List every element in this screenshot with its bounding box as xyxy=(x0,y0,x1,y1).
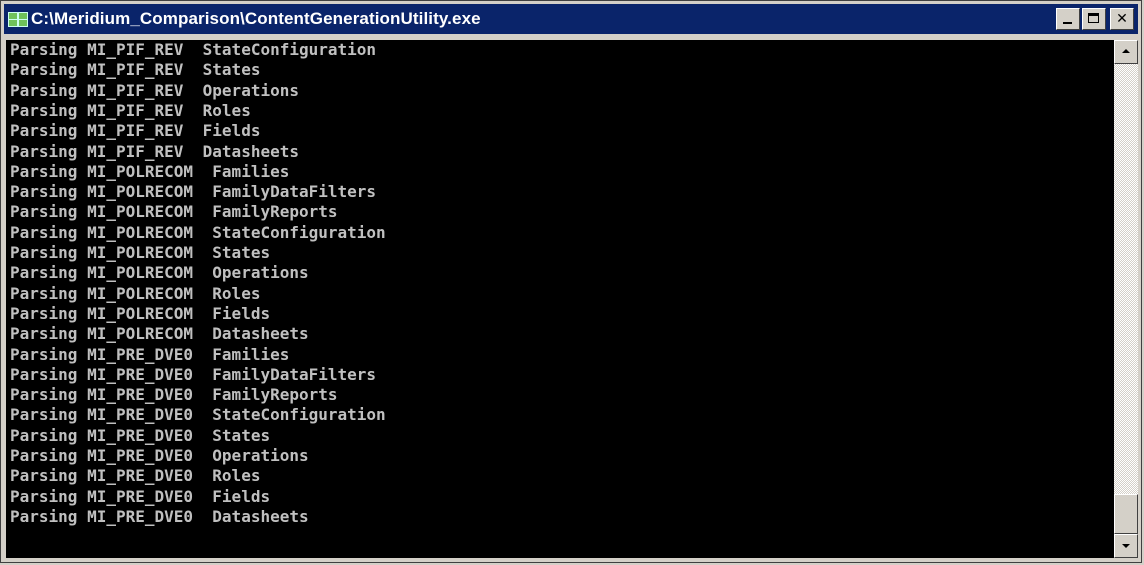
window-title: C:\Meridium_Comparison\ContentGeneration… xyxy=(31,9,481,28)
console-line: Parsing MI_PRE_DVE0 Fields xyxy=(10,486,271,506)
console-line: Parsing MI_PRE_DVE0 States xyxy=(10,425,271,445)
console-window: C:\Meridium_Comparison\ContentGeneration… xyxy=(0,0,1142,563)
scrollbar-thumb[interactable] xyxy=(1114,494,1138,534)
scroll-down-button[interactable] xyxy=(1114,534,1138,558)
console-line: Parsing MI_PRE_DVE0 Roles xyxy=(10,466,261,486)
console-line: Parsing MI_POLRECOM FamilyDataFilters xyxy=(10,182,377,202)
maximize-icon xyxy=(1088,13,1099,23)
console-line: Parsing MI_POLRECOM Roles xyxy=(10,283,261,303)
console-line: Parsing MI_POLRECOM Datasheets xyxy=(10,324,309,344)
scroll-up-arrow-icon xyxy=(1122,49,1130,53)
console-line: Parsing MI_POLRECOM States xyxy=(10,243,271,262)
console-line: Parsing MI_POLRECOM Fields xyxy=(10,303,271,323)
vertical-scrollbar[interactable] xyxy=(1114,40,1138,558)
minimize-icon xyxy=(1063,22,1072,24)
console-app-icon[interactable] xyxy=(8,11,28,27)
console-line: Parsing MI_PIF_REV StateConfiguration xyxy=(10,40,377,59)
console-line: Parsing MI_PIF_REV States xyxy=(10,60,261,80)
console-line: Parsing MI_POLRECOM StateConfiguration xyxy=(10,222,386,242)
console-line: Parsing MI_POLRECOM FamilyReports xyxy=(10,202,338,222)
close-button[interactable]: ✕ xyxy=(1110,8,1134,30)
close-icon: ✕ xyxy=(1116,11,1128,27)
maximize-button[interactable] xyxy=(1082,8,1106,30)
console-line: Parsing MI_PRE_DVE0 Families xyxy=(10,344,290,364)
console-line: Parsing MI_POLRECOM Families xyxy=(10,161,290,181)
window-controls: ✕ xyxy=(1056,8,1134,30)
minimize-button[interactable] xyxy=(1056,8,1080,30)
console-line: Parsing MI_PRE_DVE0 Operations xyxy=(10,446,309,465)
console-output[interactable]: Parsing MI_PIF_REV StateConfiguration Par… xyxy=(6,40,1114,558)
console-line: Parsing MI_PRE_DVE0 FamilyReports xyxy=(10,385,338,405)
console-line: Parsing MI_PIF_REV Datasheets xyxy=(10,141,299,161)
console-line: Parsing MI_PIF_REV Roles xyxy=(10,100,251,120)
console-line: Parsing MI_POLRECOM Operations xyxy=(10,263,309,283)
scroll-down-arrow-icon xyxy=(1122,544,1130,548)
title-bar[interactable]: C:\Meridium_Comparison\ContentGeneration… xyxy=(4,4,1138,34)
console-line: Parsing MI_PRE_DVE0 StateConfiguration xyxy=(10,405,386,425)
console-line: Parsing MI_PRE_DVE0 FamilyDataFilters xyxy=(10,364,377,384)
console-line: Parsing MI_PRE_DVE0 Datasheets xyxy=(10,506,309,526)
console-line: Parsing MI_PIF_REV Fields xyxy=(10,121,261,141)
scroll-up-button[interactable] xyxy=(1114,40,1138,64)
console-line: Parsing MI_PIF_REV Operations xyxy=(10,80,299,100)
